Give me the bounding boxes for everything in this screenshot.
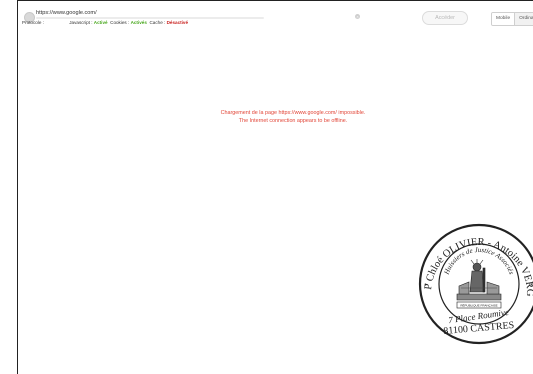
error-line-1: Chargement de la page https://www.google…	[220, 110, 366, 116]
error-message: Chargement de la page https://www.google…	[150, 110, 436, 125]
go-button[interactable]: Accéder	[422, 11, 468, 25]
star-icon: *	[424, 283, 427, 290]
marianne-icon	[456, 259, 502, 301]
javascript-label: Javascript :	[69, 20, 93, 25]
javascript-status: Activé	[93, 20, 108, 25]
protocol-label: Protocole :	[22, 20, 44, 25]
url-field-underline	[36, 17, 264, 19]
cookies-label: Cookies :	[110, 20, 130, 25]
page-border	[17, 0, 18, 374]
clear-icon[interactable]: ×	[355, 14, 360, 19]
settings-line: Protocole : Javascript : Activé Cookies …	[22, 20, 188, 25]
cookies-status: Activés	[130, 20, 147, 25]
browser-toolbar: https://www.google.com/ Protocole : Java…	[18, 1, 533, 31]
device-mode-toggle: Mobile Ordinat	[491, 12, 533, 26]
seal-republic-text: RÉPUBLIQUE FRANÇAISE	[460, 303, 497, 308]
mode-desktop-button[interactable]: Ordinat	[514, 13, 533, 25]
bailiff-seal: SCP Chloé OLIVIER - Antoine VERGE Huissi…	[417, 222, 533, 345]
mode-mobile-button[interactable]: Mobile	[492, 13, 515, 25]
url-field[interactable]: https://www.google.com/	[36, 10, 97, 16]
cache-status: Désactivé	[166, 20, 189, 25]
error-line-2: The Internet connection appears to be of…	[238, 117, 348, 124]
cache-label: Cache :	[149, 20, 166, 25]
